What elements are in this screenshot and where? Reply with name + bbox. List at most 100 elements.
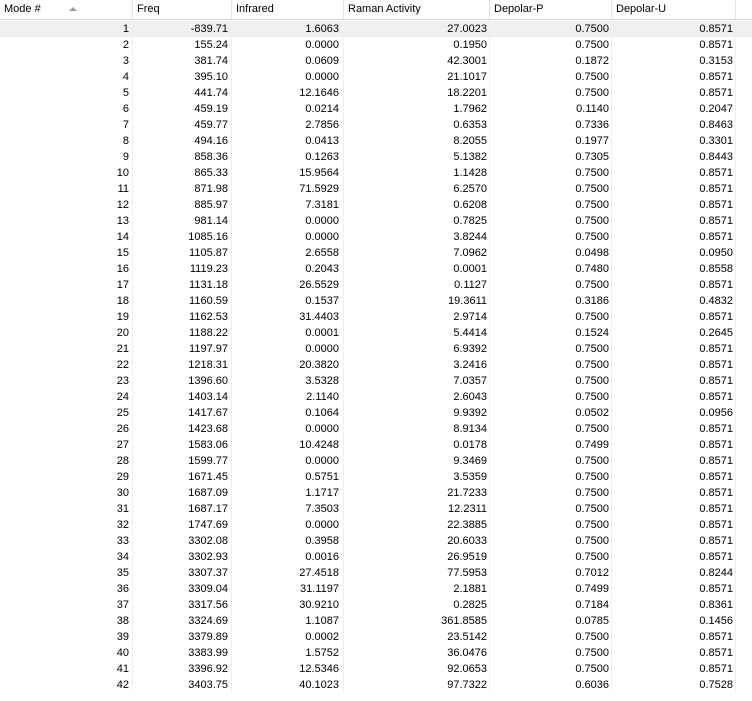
table-row[interactable]: 4 395.10 0.0000 21.1017 0.7500 0.8571: [0, 69, 752, 85]
table-row[interactable]: 27 1583.06 10.4248 0.0178 0.7499 0.8571: [0, 437, 752, 453]
table-row[interactable]: 2 155.24 0.0000 0.1950 0.7500 0.8571: [0, 37, 752, 53]
mode-cell: 1: [0, 21, 133, 37]
freq-cell: 981.14: [133, 213, 232, 229]
mode-cell: 2: [0, 37, 133, 53]
mode-cell: 31: [0, 501, 133, 517]
depolar-p-cell: 0.7500: [490, 661, 612, 677]
row-filler: [736, 533, 752, 549]
table-row[interactable]: 31 1687.17 7.3503 12.2311 0.7500 0.8571: [0, 501, 752, 517]
row-filler: [736, 565, 752, 581]
mode-cell: 30: [0, 485, 133, 501]
table-row[interactable]: 36 3309.04 31.1197 2.1881 0.7499 0.8571: [0, 581, 752, 597]
raman-activity-cell: 18.2201: [344, 85, 490, 101]
column-header-infrared[interactable]: Infrared: [232, 0, 344, 19]
depolar-u-cell: 0.8571: [612, 661, 736, 677]
table-row[interactable]: 40 3383.99 1.5752 36.0476 0.7500 0.8571: [0, 645, 752, 661]
table-row[interactable]: 1 -839.71 1.6063 27.0023 0.7500 0.8571: [0, 21, 752, 37]
table-row[interactable]: 16 1119.23 0.2043 0.0001 0.7480 0.8558: [0, 261, 752, 277]
table-row[interactable]: 29 1671.45 0.5751 3.5359 0.7500 0.8571: [0, 469, 752, 485]
table-row[interactable]: 8 494.16 0.0413 8.2055 0.1977 0.3301: [0, 133, 752, 149]
sort-ascending-icon: [69, 7, 77, 11]
table-row[interactable]: 41 3396.92 12.5346 92.0653 0.7500 0.8571: [0, 661, 752, 677]
column-header-depolar-u[interactable]: Depolar-U: [612, 0, 736, 19]
table-row[interactable]: 5 441.74 12.1646 18.2201 0.7500 0.8571: [0, 85, 752, 101]
column-header-freq[interactable]: Freq: [133, 0, 232, 19]
depolar-p-cell: 0.7500: [490, 373, 612, 389]
mode-cell: 26: [0, 421, 133, 437]
column-header-depolar-p[interactable]: Depolar-P: [490, 0, 612, 19]
table-row[interactable]: 24 1403.14 2.1140 2.6043 0.7500 0.8571: [0, 389, 752, 405]
table-row[interactable]: 26 1423.68 0.0000 8.9134 0.7500 0.8571: [0, 421, 752, 437]
freq-cell: 1105.87: [133, 245, 232, 261]
depolar-p-cell: 0.7500: [490, 357, 612, 373]
depolar-u-cell: 0.8571: [612, 533, 736, 549]
infrared-cell: 3.5328: [232, 373, 344, 389]
depolar-u-cell: 0.8571: [612, 309, 736, 325]
table-row[interactable]: 28 1599.77 0.0000 9.3469 0.7500 0.8571: [0, 453, 752, 469]
table-row[interactable]: 15 1105.87 2.6558 7.0962 0.0498 0.0950: [0, 245, 752, 261]
depolar-u-cell: 0.8443: [612, 149, 736, 165]
mode-cell: 42: [0, 677, 133, 693]
row-filler: [736, 517, 752, 533]
depolar-p-cell: 0.7500: [490, 85, 612, 101]
table-row[interactable]: 30 1687.09 1.1717 21.7233 0.7500 0.8571: [0, 485, 752, 501]
row-filler: [736, 309, 752, 325]
depolar-u-cell: 0.8571: [612, 629, 736, 645]
raman-activity-cell: 6.2570: [344, 181, 490, 197]
table-row[interactable]: 6 459.19 0.0214 1.7962 0.1140 0.2047: [0, 101, 752, 117]
depolar-u-cell: 0.8571: [612, 517, 736, 533]
table-row[interactable]: 38 3324.69 1.1087 361.8585 0.0785 0.1456: [0, 613, 752, 629]
raman-activity-cell: 0.6353: [344, 117, 490, 133]
depolar-p-cell: 0.7336: [490, 117, 612, 133]
table-row[interactable]: 32 1747.69 0.0000 22.3885 0.7500 0.8571: [0, 517, 752, 533]
table-row[interactable]: 9 858.36 0.1263 5.1382 0.7305 0.8443: [0, 149, 752, 165]
depolar-u-cell: 0.7528: [612, 677, 736, 693]
depolar-u-cell: 0.3153: [612, 53, 736, 69]
row-filler: [736, 645, 752, 661]
column-header-label: Freq: [137, 3, 160, 15]
table-row[interactable]: 37 3317.56 30.9210 0.2825 0.7184 0.8361: [0, 597, 752, 613]
raman-activity-cell: 12.2311: [344, 501, 490, 517]
freq-cell: 1417.67: [133, 405, 232, 421]
raman-activity-cell: 1.7962: [344, 101, 490, 117]
table-row[interactable]: 7 459.77 2.7856 0.6353 0.7336 0.8463: [0, 117, 752, 133]
table-row[interactable]: 11 871.98 71.5929 6.2570 0.7500 0.8571: [0, 181, 752, 197]
depolar-u-cell: 0.8571: [612, 197, 736, 213]
column-header-raman-activity[interactable]: Raman Activity: [344, 0, 490, 19]
table-row[interactable]: 19 1162.53 31.4403 2.9714 0.7500 0.8571: [0, 309, 752, 325]
table-row[interactable]: 39 3379.89 0.0002 23.5142 0.7500 0.8571: [0, 629, 752, 645]
depolar-p-cell: 0.7500: [490, 389, 612, 405]
table-row[interactable]: 22 1218.31 20.3820 3.2416 0.7500 0.8571: [0, 357, 752, 373]
freq-cell: 3317.56: [133, 597, 232, 613]
table-row[interactable]: 17 1131.18 26.5529 0.1127 0.7500 0.8571: [0, 277, 752, 293]
raman-activity-cell: 0.0178: [344, 437, 490, 453]
row-filler: [736, 261, 752, 277]
table-row[interactable]: 33 3302.08 0.3958 20.6033 0.7500 0.8571: [0, 533, 752, 549]
mode-cell: 12: [0, 197, 133, 213]
table-row[interactable]: 3 381.74 0.0609 42.3001 0.1872 0.3153: [0, 53, 752, 69]
raman-activity-cell: 5.1382: [344, 149, 490, 165]
table-row[interactable]: 21 1197.97 0.0000 6.9392 0.7500 0.8571: [0, 341, 752, 357]
mode-cell: 34: [0, 549, 133, 565]
table-row[interactable]: 20 1188.22 0.0001 5.4414 0.1524 0.2645: [0, 325, 752, 341]
table-row[interactable]: 25 1417.67 0.1064 9.9392 0.0502 0.0956: [0, 405, 752, 421]
raman-activity-cell: 97.7322: [344, 677, 490, 693]
raman-activity-cell: 21.1017: [344, 69, 490, 85]
infrared-cell: 0.0000: [232, 213, 344, 229]
raman-activity-cell: 26.9519: [344, 549, 490, 565]
table-row[interactable]: 34 3302.93 0.0016 26.9519 0.7500 0.8571: [0, 549, 752, 565]
freq-cell: 1119.23: [133, 261, 232, 277]
table-row[interactable]: 12 885.97 7.3181 0.6208 0.7500 0.8571: [0, 197, 752, 213]
table-row[interactable]: 14 1085.16 0.0000 3.8244 0.7500 0.8571: [0, 229, 752, 245]
table-row[interactable]: 13 981.14 0.0000 0.7825 0.7500 0.8571: [0, 213, 752, 229]
table-row[interactable]: 10 865.33 15.9564 1.1428 0.7500 0.8571: [0, 165, 752, 181]
depolar-p-cell: 0.0785: [490, 613, 612, 629]
infrared-cell: 0.0000: [232, 517, 344, 533]
vibrational-modes-table[interactable]: Mode # Freq Infrared Raman Activity Depo…: [0, 0, 752, 701]
table-row[interactable]: 42 3403.75 40.1023 97.7322 0.6036 0.7528: [0, 677, 752, 693]
column-header-mode[interactable]: Mode #: [0, 0, 133, 19]
freq-cell: 1687.09: [133, 485, 232, 501]
table-row[interactable]: 23 1396.60 3.5328 7.0357 0.7500 0.8571: [0, 373, 752, 389]
table-row[interactable]: 18 1160.59 0.1537 19.3611 0.3186 0.4832: [0, 293, 752, 309]
table-row[interactable]: 35 3307.37 27.4518 77.5953 0.7012 0.8244: [0, 565, 752, 581]
